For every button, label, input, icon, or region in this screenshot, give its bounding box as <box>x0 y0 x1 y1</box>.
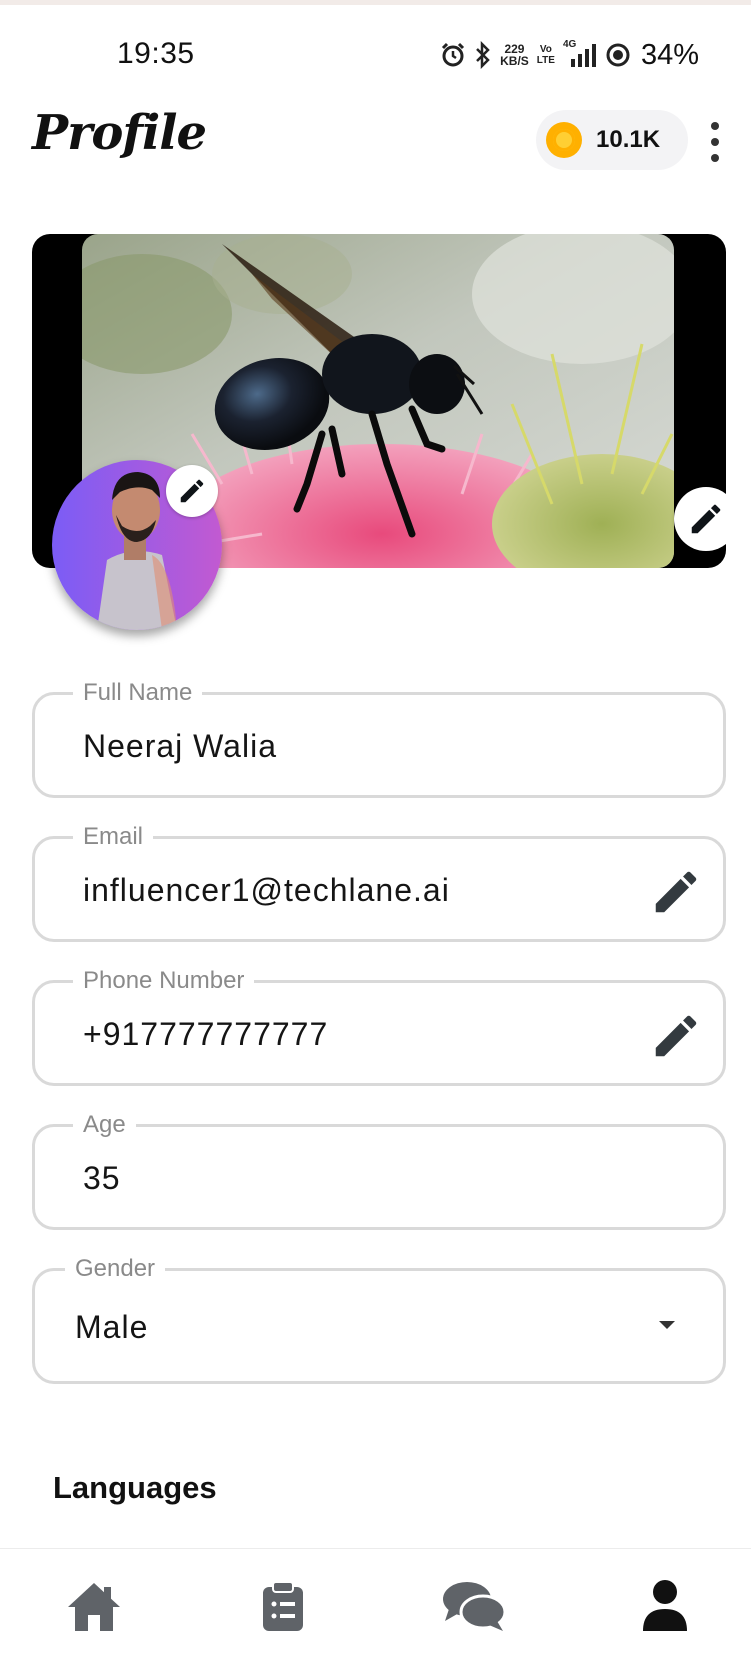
phone-edit-button[interactable] <box>649 1009 703 1063</box>
nav-tasks[interactable] <box>243 1571 323 1641</box>
email-value: influencer1@techlane.ai <box>83 872 450 908</box>
coin-balance-chip[interactable]: 10.1K <box>536 110 688 170</box>
nav-profile[interactable] <box>625 1571 705 1641</box>
pencil-icon <box>655 1015 697 1057</box>
full-name-value: Neeraj Walia <box>83 728 277 764</box>
bluetooth-icon <box>476 41 490 69</box>
email-edit-button[interactable] <box>649 865 703 919</box>
status-icons: 229 KB/S Vo LTE 4G 34% <box>440 35 699 75</box>
avatar-edit-button[interactable] <box>166 465 218 517</box>
full-name-label: Full Name <box>73 678 203 708</box>
phone-label: Phone Number <box>73 966 255 996</box>
volte-top: Vo <box>539 44 552 55</box>
pencil-icon <box>180 479 204 503</box>
more-options-button[interactable] <box>700 120 730 164</box>
bottom-navigation <box>0 1548 751 1660</box>
chat-icon <box>443 1582 507 1631</box>
nav-chat[interactable] <box>434 1571 514 1641</box>
signal-icon: 4G <box>563 39 597 69</box>
status-bar: 19:35 229 KB/S Vo LTE 4G 34% <box>0 5 751 100</box>
phone-field[interactable]: Phone Number +917777777777 <box>32 966 726 1086</box>
home-icon <box>68 1583 120 1631</box>
email-label: Email <box>73 822 154 852</box>
volte-bottom: LTE <box>536 55 555 66</box>
battery-saver-icon <box>606 43 630 67</box>
coin-balance: 10.1K <box>596 126 661 153</box>
gender-select[interactable]: Gender Male <box>32 1254 726 1384</box>
phone-value: +917777777777 <box>83 1016 329 1052</box>
dropdown-arrow-icon[interactable] <box>659 1321 675 1329</box>
alarm-icon <box>442 42 465 67</box>
gender-value: Male <box>75 1309 149 1345</box>
battery-percentage: 34% <box>640 38 699 71</box>
page-title: Profile <box>32 105 207 161</box>
age-value: 35 <box>83 1160 121 1196</box>
network-speed-unit: KB/S <box>500 54 529 68</box>
network-speed: 229 KB/S <box>500 43 529 67</box>
gender-label: Gender <box>65 1254 166 1284</box>
full-name-field[interactable]: Full Name Neeraj Walia <box>32 678 726 798</box>
more-dot <box>711 154 719 162</box>
nav-home[interactable] <box>54 1571 134 1641</box>
cover-edit-button[interactable] <box>674 487 726 551</box>
languages-title: Languages <box>53 1470 217 1505</box>
more-dot <box>711 138 719 146</box>
status-time: 19:35 <box>117 37 195 70</box>
tasks-icon <box>263 1581 303 1631</box>
pencil-icon <box>691 504 721 534</box>
age-label: Age <box>73 1110 136 1140</box>
more-dot <box>711 122 719 130</box>
age-field[interactable]: Age 35 <box>32 1110 726 1230</box>
email-field[interactable]: Email influencer1@techlane.ai <box>32 822 726 942</box>
volte-indicator: Vo LTE <box>537 44 555 66</box>
coin-icon <box>546 122 582 158</box>
pencil-icon <box>655 871 697 913</box>
profile-icon <box>643 1580 687 1631</box>
